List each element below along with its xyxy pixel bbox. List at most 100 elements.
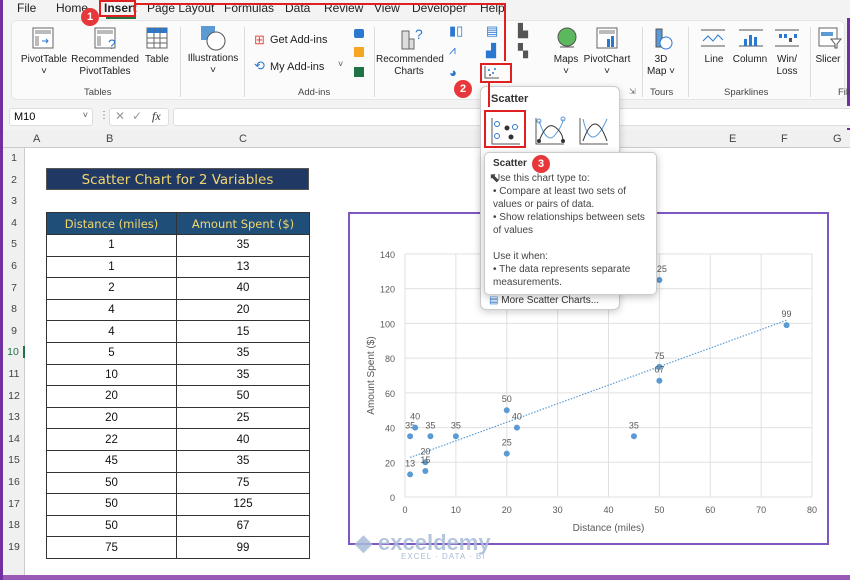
row-header[interactable]: 6 bbox=[3, 260, 25, 272]
row-header[interactable]: 8 bbox=[3, 303, 25, 315]
amount-cell[interactable]: 40 bbox=[176, 277, 310, 300]
recommended-pivottables-button[interactable]: Recommended PivotTables bbox=[70, 54, 140, 78]
row-header[interactable]: 9 bbox=[3, 325, 25, 337]
amount-cell[interactable]: 125 bbox=[176, 493, 310, 516]
sparkline-column-button[interactable]: Column bbox=[728, 54, 772, 66]
amount-cell[interactable]: 25 bbox=[176, 406, 310, 430]
row-header[interactable]: 12 bbox=[3, 390, 25, 402]
amount-cell[interactable]: 50 bbox=[176, 385, 310, 408]
pivottable-button[interactable]: PivotTable ˅ bbox=[20, 54, 68, 78]
amount-cell[interactable]: 75 bbox=[176, 471, 310, 495]
row-header[interactable]: 10 bbox=[3, 346, 25, 359]
people-graph-icon[interactable] bbox=[354, 67, 364, 77]
more-scatter-charts-link[interactable]: ▤ More Scatter Charts... bbox=[489, 295, 599, 306]
distance-cell[interactable]: 1 bbox=[46, 255, 177, 279]
enter-icon[interactable]: ✓ bbox=[132, 109, 142, 123]
distance-cell[interactable]: 1 bbox=[46, 234, 177, 257]
row-header[interactable]: 11 bbox=[3, 368, 25, 380]
maps-button[interactable]: Maps ˅ bbox=[548, 54, 584, 78]
distance-cell[interactable]: 22 bbox=[46, 428, 177, 451]
header-distance[interactable]: Distance (miles) bbox=[46, 212, 177, 235]
distance-cell[interactable]: 10 bbox=[46, 363, 177, 387]
recommended-charts-button[interactable]: Recommended Charts bbox=[376, 54, 444, 78]
table-row: 5 35 bbox=[46, 341, 310, 365]
distance-cell[interactable]: 50 bbox=[46, 471, 177, 495]
column-header-e[interactable]: E bbox=[729, 133, 736, 145]
row-header[interactable]: 15 bbox=[3, 454, 25, 466]
distance-cell[interactable]: 75 bbox=[46, 536, 177, 559]
amount-cell[interactable]: 35 bbox=[176, 234, 310, 257]
illustrations-button[interactable]: Illustrations ˅ bbox=[184, 53, 242, 77]
waterfall-chart-icon[interactable]: ▙ bbox=[518, 23, 528, 39]
3d-map-button[interactable]: 3D Map ˅ bbox=[642, 54, 680, 78]
amount-cell[interactable]: 15 bbox=[176, 320, 310, 343]
row-header[interactable]: 5 bbox=[3, 238, 25, 250]
statistic-chart-icon[interactable]: ▟ bbox=[486, 43, 496, 59]
chevron-down-icon[interactable]: ˅ bbox=[83, 110, 88, 120]
row-header[interactable]: 3 bbox=[3, 195, 25, 207]
my-addins-button[interactable]: My Add-ins bbox=[270, 61, 324, 73]
distance-cell[interactable]: 4 bbox=[46, 298, 177, 322]
more-options-icon[interactable]: ⋮ bbox=[99, 110, 109, 121]
distance-cell[interactable]: 45 bbox=[46, 449, 177, 473]
amount-cell[interactable]: 20 bbox=[176, 298, 310, 322]
amount-cell[interactable]: 40 bbox=[176, 428, 310, 451]
menu-file[interactable]: File bbox=[17, 1, 36, 15]
row-header[interactable]: 7 bbox=[3, 282, 25, 294]
column-header-g[interactable]: G bbox=[833, 133, 842, 145]
distance-cell[interactable]: 20 bbox=[46, 385, 177, 408]
chevron-down-icon[interactable]: ˅ bbox=[338, 59, 343, 69]
trendline bbox=[409, 319, 787, 459]
distance-cell[interactable]: 2 bbox=[46, 277, 177, 300]
amount-cell[interactable]: 99 bbox=[176, 536, 310, 559]
visio-icon[interactable] bbox=[354, 29, 364, 38]
line-chart-icon[interactable]: ⩘ bbox=[449, 43, 456, 58]
row-header[interactable]: 1 bbox=[3, 152, 25, 164]
column-header-a[interactable]: A bbox=[33, 133, 40, 145]
pivottable-icon bbox=[32, 27, 54, 49]
watermark-icon: ◆ bbox=[355, 530, 379, 555]
row-header[interactable]: 2 bbox=[3, 174, 25, 186]
row-header[interactable]: 4 bbox=[3, 217, 25, 229]
distance-cell[interactable]: 50 bbox=[46, 514, 177, 538]
amount-cell[interactable]: 67 bbox=[176, 514, 310, 538]
amount-cell[interactable]: 13 bbox=[176, 255, 310, 279]
scatter-smooth-lines-icon[interactable] bbox=[577, 115, 611, 147]
distance-cell[interactable]: 20 bbox=[46, 406, 177, 430]
pivotchart-button[interactable]: PivotChart ˅ bbox=[582, 54, 632, 78]
slicer-button[interactable]: Slicer bbox=[812, 54, 844, 66]
dialog-launcher-icon[interactable]: ⇲ bbox=[629, 87, 636, 96]
row-header[interactable]: 16 bbox=[3, 476, 25, 488]
table-row: 50 125 bbox=[46, 493, 310, 516]
hierarchy-chart-icon[interactable]: ▤ bbox=[486, 23, 498, 39]
distance-cell[interactable]: 50 bbox=[46, 493, 177, 516]
row-header[interactable]: 17 bbox=[3, 498, 25, 510]
insert-function-icon[interactable]: fx bbox=[152, 109, 161, 124]
tooltip-line: Use it when: bbox=[493, 251, 549, 262]
amount-cell[interactable]: 35 bbox=[176, 341, 310, 365]
column-header-b[interactable]: B bbox=[106, 133, 113, 145]
row-header[interactable]: 18 bbox=[3, 519, 25, 531]
combo-chart-icon[interactable]: ▚ bbox=[518, 43, 528, 59]
bing-icon[interactable] bbox=[354, 47, 364, 57]
row-header[interactable]: 19 bbox=[3, 541, 25, 553]
distance-cell[interactable]: 4 bbox=[46, 320, 177, 343]
amount-cell[interactable]: 35 bbox=[176, 363, 310, 387]
row-header[interactable]: 13 bbox=[3, 411, 25, 423]
distance-cell[interactable]: 5 bbox=[46, 341, 177, 365]
name-box[interactable]: M10 ˅ bbox=[9, 108, 93, 126]
scatter-smooth-lines-markers-icon[interactable] bbox=[533, 115, 567, 147]
sparkline-winloss-button[interactable]: Win/Loss bbox=[770, 54, 804, 78]
header-amount[interactable]: Amount Spent ($) bbox=[176, 212, 310, 235]
pie-chart-icon[interactable]: ◕ bbox=[449, 65, 457, 80]
column-header-c[interactable]: C bbox=[239, 133, 247, 145]
amount-cell[interactable]: 35 bbox=[176, 449, 310, 473]
row-header[interactable]: 14 bbox=[3, 433, 25, 445]
column-chart-icon[interactable]: ▮▯ bbox=[449, 23, 463, 39]
cancel-icon[interactable]: ✕ bbox=[115, 109, 125, 123]
table-button[interactable]: Table bbox=[140, 54, 174, 66]
column-header-f[interactable]: F bbox=[781, 133, 788, 145]
get-addins-button[interactable]: Get Add-ins bbox=[270, 34, 327, 46]
sparkline-line-button[interactable]: Line bbox=[700, 54, 728, 66]
y-tick-label: 100 bbox=[380, 319, 395, 329]
